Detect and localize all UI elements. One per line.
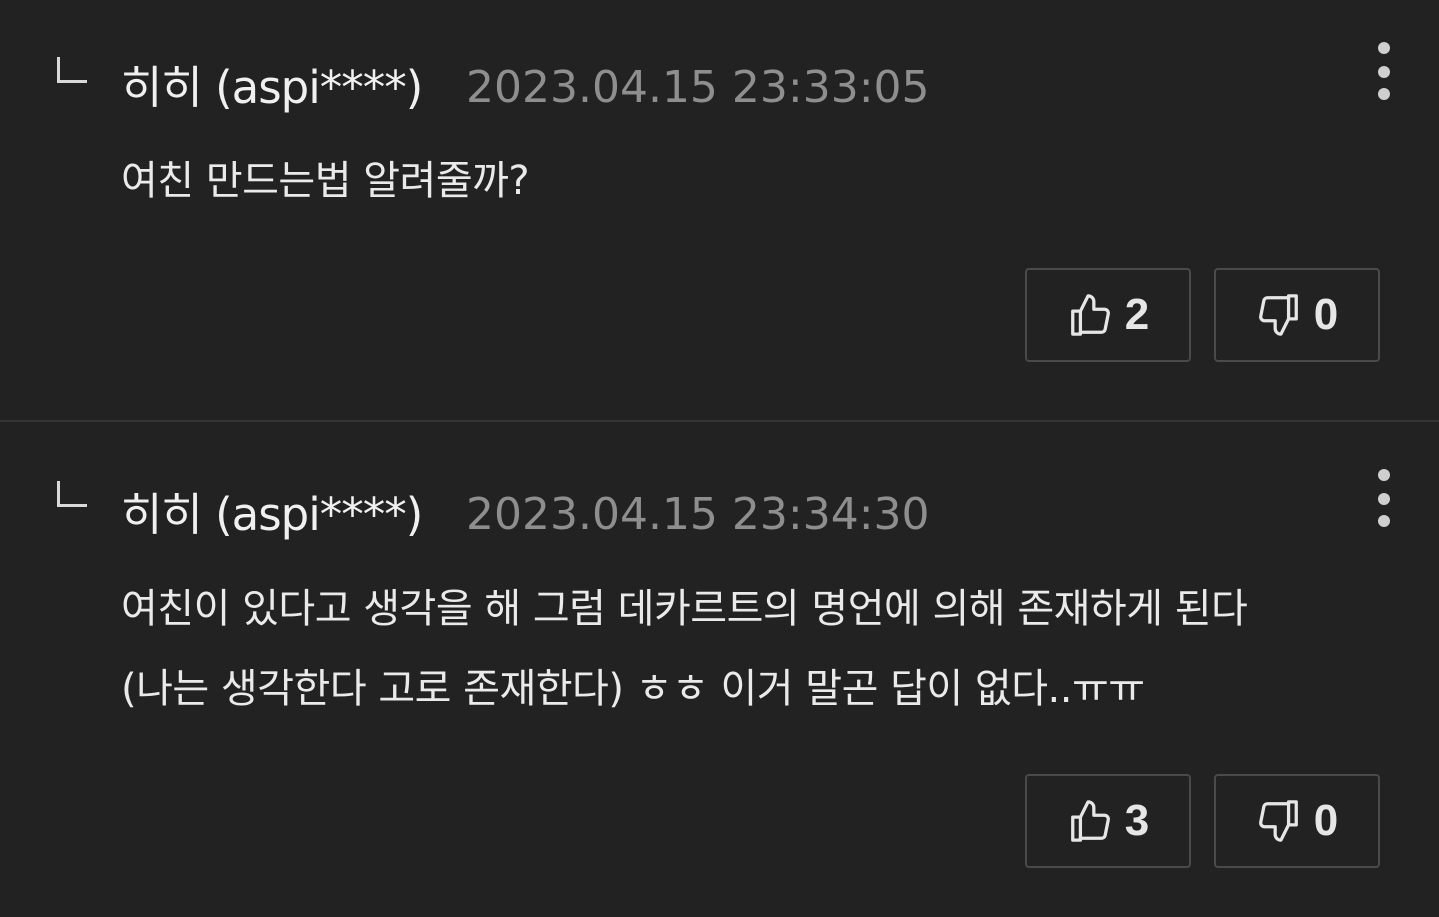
reply-arrow-icon: [57, 57, 87, 83]
comment-line: 여친이 있다고 생각을 해 그럼 데카르트의 명언에 의해 존재하게 된다: [121, 586, 1248, 632]
dislike-button[interactable]: 0: [1214, 774, 1380, 868]
comment-item: 히히 (aspi****) 2023.04.15 23:33:05 여친 만드는…: [0, 0, 1439, 422]
comment-author[interactable]: 히히 (aspi****): [121, 487, 423, 543]
more-options-icon[interactable]: [1370, 42, 1398, 106]
like-count: 3: [1124, 796, 1150, 845]
like-button[interactable]: 2: [1025, 268, 1191, 362]
like-count: 2: [1124, 290, 1150, 339]
comment-body: 여친 만드는법 알려줄까?: [121, 141, 1391, 221]
dislike-count: 0: [1313, 796, 1339, 845]
comment-line: (나는 생각한다 고로 존재한다) ㅎㅎ 이거 말곤 답이 없다..ㅠㅠ: [121, 666, 1145, 712]
thumbs-up-icon: [1070, 294, 1110, 336]
comment-item: 히히 (aspi****) 2023.04.15 23:34:30 여친이 있다…: [0, 422, 1439, 917]
comment-timestamp: 2023.04.15 23:34:30: [466, 489, 930, 540]
thumbs-up-icon: [1070, 800, 1110, 842]
comment-author[interactable]: 히히 (aspi****): [121, 60, 423, 116]
comment-timestamp: 2023.04.15 23:33:05: [466, 62, 930, 113]
dislike-button[interactable]: 0: [1214, 268, 1380, 362]
comment-body: 여친이 있다고 생각을 해 그럼 데카르트의 명언에 의해 존재하게 된다 (나…: [121, 569, 1391, 729]
reply-arrow-icon: [57, 481, 87, 507]
comment-line: 여친 만드는법 알려줄까?: [121, 158, 530, 204]
like-button[interactable]: 3: [1025, 774, 1191, 868]
thumbs-down-icon: [1258, 800, 1298, 842]
dislike-count: 0: [1313, 290, 1339, 339]
more-options-icon[interactable]: [1370, 469, 1398, 533]
thumbs-down-icon: [1258, 294, 1298, 336]
